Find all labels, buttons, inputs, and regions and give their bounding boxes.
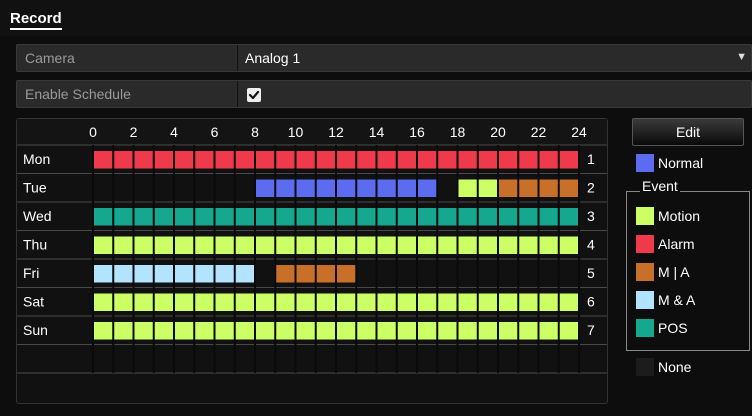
camera-label: Camera (25, 50, 75, 66)
day-label: Thu (23, 237, 47, 253)
day-copy-index[interactable]: 2 (587, 180, 595, 196)
none-label: None (658, 359, 692, 375)
camera-select[interactable]: Analog 1 (245, 50, 300, 66)
hour-label: 6 (211, 124, 219, 140)
day-copy-index[interactable]: 1 (587, 151, 595, 167)
schedule-block[interactable] (255, 179, 438, 198)
alarm-swatch (636, 235, 654, 253)
day-label: Tue (23, 180, 47, 196)
hour-label: 8 (251, 124, 259, 140)
schedule-chart[interactable]: 0 2 4 6 8 10 12 14 16 18 20 22 24Mon 1Tue 2Wed 3Thu 4Fri… (17, 119, 607, 403)
pos-label: POS (658, 320, 688, 336)
hour-label: 24 (571, 124, 587, 140)
hour-header (17, 119, 607, 145)
day-copy-index[interactable]: 7 (587, 322, 595, 338)
schedule-side-panel: Edit Normal Event Motion Alarm M | A M &… (626, 118, 750, 408)
row-divider (237, 45, 238, 71)
hour-label: 2 (130, 124, 138, 140)
alarm-label: Alarm (658, 236, 695, 252)
enable-schedule-label: Enable Schedule (25, 86, 131, 102)
hour-label: 16 (409, 124, 425, 140)
hour-label: 0 (89, 124, 97, 140)
event-title: Event (640, 178, 680, 194)
day-label: Sun (23, 322, 48, 338)
day-copy-index[interactable]: 3 (587, 208, 595, 224)
hour-label: 4 (170, 124, 178, 140)
m-or-a-swatch (636, 263, 654, 281)
schedule-grid[interactable]: 0 2 4 6 8 10 12 14 16 18 20 22 24 Mon 1 Tue 2 Wed 3 Thu 4 Fri… (16, 118, 608, 404)
edit-button[interactable]: Edit (632, 118, 744, 146)
motion-label: Motion (658, 208, 701, 224)
m-or-a-label: M | A (658, 264, 690, 280)
hour-label: 20 (490, 124, 506, 140)
hour-label: 22 (531, 124, 547, 140)
hour-label: 12 (328, 124, 344, 140)
camera-row: Camera Analog 1 ▼ (16, 44, 752, 72)
enable-schedule-checkbox[interactable] (247, 88, 261, 102)
day-label: Sat (23, 294, 44, 310)
enable-schedule-row: Enable Schedule (16, 80, 752, 108)
day-copy-index[interactable]: 4 (587, 237, 595, 253)
normal-label: Normal (658, 155, 704, 171)
hour-label: 14 (369, 124, 385, 140)
m-and-a-label: M & A (658, 292, 696, 308)
row-divider (237, 81, 238, 107)
m-and-a-swatch (636, 291, 654, 309)
checkmark-icon (248, 90, 260, 100)
day-copy-index[interactable]: 5 (587, 265, 595, 281)
day-copy-index[interactable]: 6 (587, 294, 595, 310)
day-label: Wed (23, 208, 52, 224)
hour-label: 10 (288, 124, 304, 140)
normal-swatch (636, 154, 654, 172)
day-label: Fri (23, 265, 39, 281)
pos-swatch (636, 319, 654, 337)
chevron-down-icon[interactable]: ▼ (736, 51, 747, 63)
hour-label: 18 (450, 124, 466, 140)
page-title: Record (10, 10, 62, 30)
day-label: Mon (23, 151, 50, 167)
none-swatch (636, 358, 654, 376)
motion-swatch (636, 207, 654, 225)
title-bar: Record (0, 0, 752, 36)
